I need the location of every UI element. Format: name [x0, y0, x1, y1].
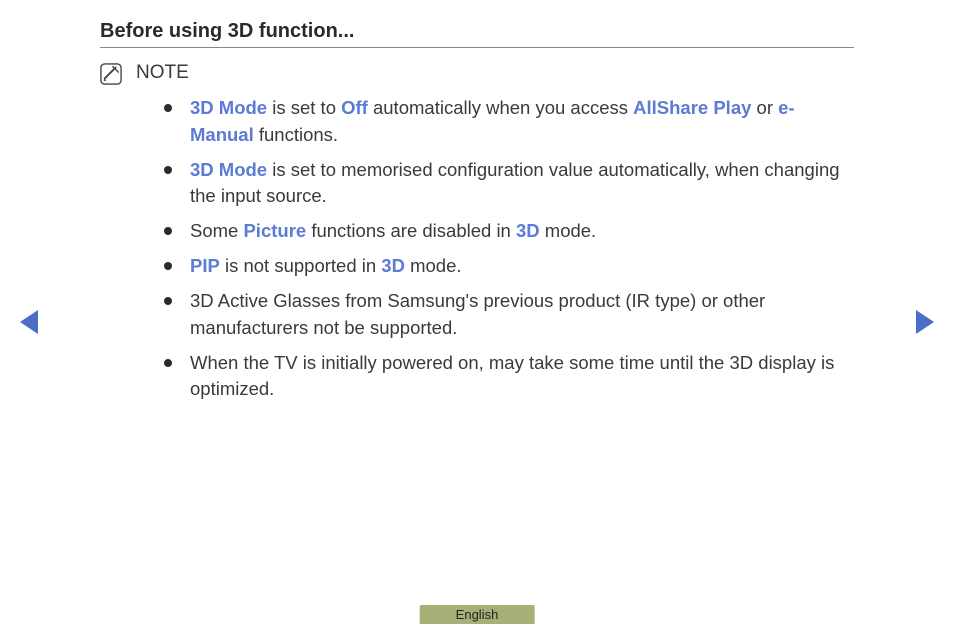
highlight-term: 3D — [381, 255, 405, 276]
highlight-term: AllShare Play — [633, 97, 751, 118]
text: is set to memorised configuration value … — [190, 159, 840, 207]
text: 3D Active Glasses from Samsung's previou… — [190, 290, 765, 338]
highlight-term: 3D — [516, 220, 540, 241]
highlight-term: 3D Mode — [190, 97, 267, 118]
text: mode. — [540, 220, 597, 241]
note-item: 3D Mode is set to memorised configuratio… — [164, 157, 854, 211]
highlight-term: Picture — [243, 220, 306, 241]
note-item: PIP is not supported in 3D mode. — [164, 253, 854, 280]
note-item: 3D Active Glasses from Samsung's previou… — [164, 288, 854, 342]
note-icon — [100, 63, 122, 85]
note-label: NOTE — [136, 62, 189, 84]
text: When the TV is initially powered on, may… — [190, 352, 834, 400]
page-heading: Before using 3D function... — [100, 20, 854, 48]
text: Some — [190, 220, 243, 241]
text: functions. — [254, 124, 338, 145]
text: or — [751, 97, 778, 118]
note-item: Some Picture functions are disabled in 3… — [164, 218, 854, 245]
highlight-term: 3D Mode — [190, 159, 267, 180]
text: automatically when you access — [368, 97, 633, 118]
text: mode. — [405, 255, 462, 276]
prev-page-arrow[interactable] — [20, 310, 38, 334]
next-page-arrow[interactable] — [916, 310, 934, 334]
highlight-term: Off — [341, 97, 368, 118]
note-item: 3D Mode is set to Off automatically when… — [164, 95, 854, 149]
language-tab[interactable]: English — [420, 605, 535, 624]
note-list: 3D Mode is set to Off automatically when… — [100, 95, 854, 403]
note-item: When the TV is initially powered on, may… — [164, 350, 854, 404]
text: is not supported in — [220, 255, 381, 276]
text: is set to — [267, 97, 341, 118]
text: functions are disabled in — [306, 220, 516, 241]
highlight-term: PIP — [190, 255, 220, 276]
